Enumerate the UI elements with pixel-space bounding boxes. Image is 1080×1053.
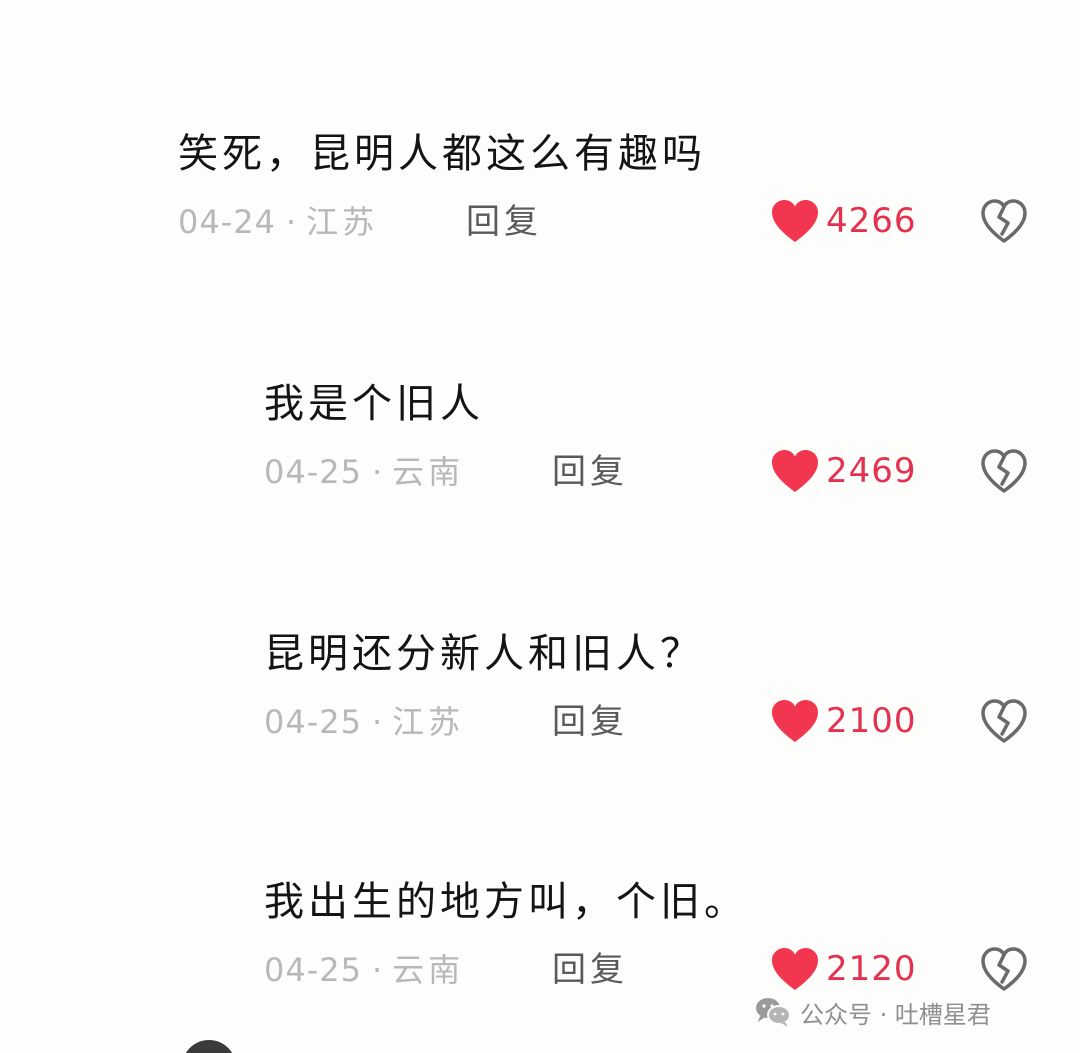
like-count: 2120 xyxy=(826,949,917,989)
comment-thread: 笑死，昆明人都这么有趣吗 04-24 · 江苏 回复 4266 我是个旧人 04-2… xyxy=(0,0,1080,1053)
dislike-button[interactable] xyxy=(980,198,1028,244)
broken-heart-icon xyxy=(981,947,1027,991)
heart-icon xyxy=(772,700,818,742)
comment-date: 04-24 xyxy=(178,203,276,241)
watermark-label: 公众号 · 吐槽星君 xyxy=(800,1000,991,1029)
dislike-button[interactable] xyxy=(980,448,1028,494)
comment-location: 云南 xyxy=(392,951,465,989)
broken-heart-icon xyxy=(981,449,1027,493)
comment-text: 昆明还分新人和旧人？ xyxy=(264,631,704,677)
comment-text: 笑死，昆明人都这么有趣吗 xyxy=(178,131,706,177)
reply-button[interactable]: 回复 xyxy=(466,202,542,242)
like-button[interactable]: 4266 xyxy=(770,198,917,244)
meta-separator: · xyxy=(371,453,383,491)
meta-separator: · xyxy=(371,951,383,989)
comment: 我是个旧人 04-25 · 云南 回复 2469 xyxy=(0,378,1080,518)
watermark: 公众号 · 吐槽星君 xyxy=(754,992,991,1032)
reply-button[interactable]: 回复 xyxy=(552,702,628,742)
comment-text: 我是个旧人 xyxy=(264,381,484,427)
broken-heart-icon xyxy=(981,699,1027,743)
comment: 笑死，昆明人都这么有趣吗 04-24 · 江苏 回复 4266 xyxy=(0,128,1080,268)
comment-meta: 04-25 · 云南 xyxy=(264,950,464,990)
like-button[interactable]: 2120 xyxy=(770,946,917,992)
reply-button[interactable]: 回复 xyxy=(552,950,628,990)
comment-location: 江苏 xyxy=(306,203,379,241)
broken-heart-icon xyxy=(981,199,1027,243)
comment-date: 04-25 xyxy=(264,453,362,491)
like-count: 4266 xyxy=(826,201,917,241)
dislike-button[interactable] xyxy=(980,698,1028,744)
comment-meta: 04-25 · 江苏 xyxy=(264,702,464,742)
like-button[interactable]: 2469 xyxy=(770,448,917,494)
wechat-icon xyxy=(756,998,791,1027)
comment-text: 我出生的地方叫，个旧。 xyxy=(264,879,748,925)
reply-button[interactable]: 回复 xyxy=(552,452,628,492)
avatar[interactable] xyxy=(182,1040,236,1053)
comment-meta: 04-24 · 江苏 xyxy=(178,202,378,242)
comment-location: 云南 xyxy=(392,453,465,491)
comment: 昆明还分新人和旧人？ 04-25 · 江苏 回复 2100 xyxy=(0,628,1080,768)
meta-separator: · xyxy=(285,203,297,241)
dislike-button[interactable] xyxy=(980,946,1028,992)
heart-icon xyxy=(772,200,818,242)
heart-icon xyxy=(772,948,818,990)
like-button[interactable]: 2100 xyxy=(770,698,917,744)
like-count: 2469 xyxy=(826,451,917,491)
comment-meta: 04-25 · 云南 xyxy=(264,452,464,492)
comment-date: 04-25 xyxy=(264,951,362,989)
comment-date: 04-25 xyxy=(264,703,362,741)
meta-separator: · xyxy=(371,703,383,741)
like-count: 2100 xyxy=(826,701,917,741)
comment-location: 江苏 xyxy=(392,703,465,741)
heart-icon xyxy=(772,450,818,492)
